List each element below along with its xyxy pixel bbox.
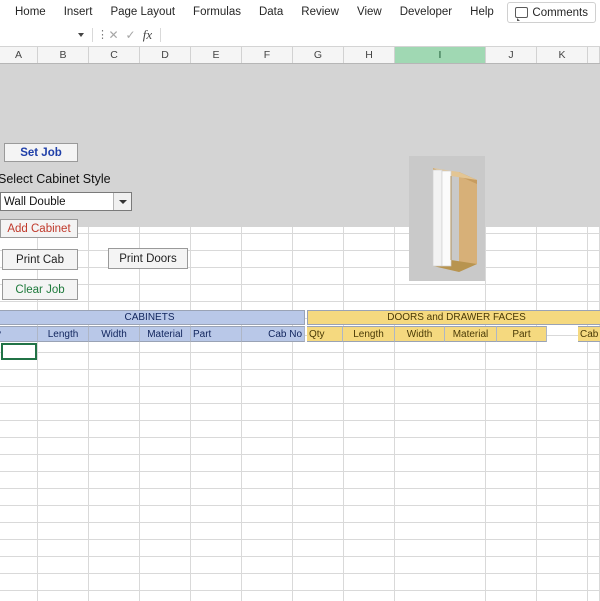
cancel-formula-icon[interactable]: ✕ (105, 28, 122, 42)
print-doors-button[interactable]: Print Doors (108, 248, 188, 269)
grid-row-line (0, 556, 600, 557)
grid-row-line (0, 403, 600, 404)
doors-col-header: Qty (307, 326, 343, 342)
tab-insert[interactable]: Insert (55, 3, 102, 21)
grid-row-line (0, 267, 600, 268)
column-header-d[interactable]: D (140, 47, 191, 63)
grid-row-line (0, 233, 600, 234)
insert-function-icon[interactable]: fx (139, 27, 156, 43)
doors-col-header: Width (395, 326, 445, 342)
tab-developer[interactable]: Developer (391, 3, 461, 21)
add-cabinet-button[interactable]: Add Cabinet (0, 219, 78, 238)
cabinet-style-dropdown-value: Wall Double (4, 195, 66, 208)
grid-row-line (0, 352, 600, 353)
divider (160, 28, 161, 42)
select-cabinet-style-label: Select Cabinet Style (0, 172, 111, 186)
tab-review[interactable]: Review (292, 3, 348, 21)
cabinets-col-header: Width (89, 326, 140, 342)
table-column-header-row: yLengthWidthMaterialPartCab NoQtyLengthW… (0, 326, 600, 342)
doors-section-header: DOORS and DRAWER FACES (307, 310, 600, 325)
chevron-down-icon[interactable] (113, 193, 131, 210)
ribbon-tab-bar: Home Insert Page Layout Formulas Data Re… (0, 0, 600, 24)
grid-row-line (0, 573, 600, 574)
grid-row-line (0, 505, 600, 506)
column-header-a[interactable]: A (0, 47, 38, 63)
cabinets-col-header: Material (140, 326, 191, 342)
name-box[interactable] (2, 26, 88, 44)
cabinets-col-header: Cab No (242, 326, 305, 342)
comments-button-label: Comments (532, 6, 588, 19)
grid-row-line (0, 590, 600, 591)
grid-row-line (0, 539, 600, 540)
tab-page-layout[interactable]: Page Layout (101, 3, 184, 21)
more-options-icon[interactable]: ⋮ (97, 30, 108, 41)
grid-row-line (0, 454, 600, 455)
column-header-k[interactable]: K (537, 47, 588, 63)
comments-button[interactable]: Comments (507, 2, 596, 23)
doors-col-header: Cab (578, 326, 600, 342)
grid-row-line (0, 250, 600, 251)
grid-row-line (0, 471, 600, 472)
cabinets-col-header: y (0, 326, 38, 342)
cabinets-section-header: CABINETS (0, 310, 305, 325)
chevron-down-icon[interactable] (78, 33, 84, 37)
column-header-i[interactable]: I (395, 47, 486, 63)
grid-row-line (0, 420, 600, 421)
column-header-g[interactable]: G (293, 47, 344, 63)
cabinets-col-header: Length (38, 326, 89, 342)
spreadsheet-grid[interactable]: Set Job Select Cabinet Style Wall Double… (0, 64, 600, 601)
tab-help[interactable]: Help (461, 3, 503, 21)
column-header-f[interactable]: F (242, 47, 293, 63)
column-header-row: ABCDEFGHIJK (0, 47, 600, 64)
print-cab-button[interactable]: Print Cab (2, 249, 78, 270)
divider (92, 28, 93, 42)
comment-icon (515, 7, 529, 21)
grid-row-line (0, 488, 600, 489)
column-header-c[interactable]: C (89, 47, 140, 63)
doors-col-header: Length (343, 326, 395, 342)
set-job-button[interactable]: Set Job (4, 143, 78, 162)
grid-row-line (0, 284, 600, 285)
active-cell-cursor[interactable] (1, 343, 37, 360)
clear-job-button[interactable]: Clear Job (2, 279, 78, 300)
cabinet-illustration (409, 156, 485, 281)
formula-bar: ⋮ ✕ ✓ fx (0, 24, 600, 47)
grid-row-line (0, 369, 600, 370)
tab-home[interactable]: Home (6, 3, 55, 21)
tab-data[interactable]: Data (250, 3, 292, 21)
cabinet-preview-image (409, 156, 485, 281)
doors-col-header: Material (445, 326, 497, 342)
column-header-j[interactable]: J (486, 47, 537, 63)
grid-row-line (0, 522, 600, 523)
formula-input[interactable] (169, 25, 600, 45)
cabinet-style-dropdown[interactable]: Wall Double (0, 192, 132, 211)
column-header-b[interactable]: B (38, 47, 89, 63)
cabinets-col-header: Part (191, 326, 242, 342)
doors-col-header: Part (497, 326, 547, 342)
column-header-filler (588, 47, 600, 63)
grid-row-line (0, 437, 600, 438)
grid-row-line (0, 301, 600, 302)
column-header-h[interactable]: H (344, 47, 395, 63)
column-header-e[interactable]: E (191, 47, 242, 63)
grid-row-line (0, 386, 600, 387)
tab-formulas[interactable]: Formulas (184, 3, 250, 21)
confirm-formula-icon[interactable]: ✓ (122, 28, 139, 42)
tab-view[interactable]: View (348, 3, 391, 21)
